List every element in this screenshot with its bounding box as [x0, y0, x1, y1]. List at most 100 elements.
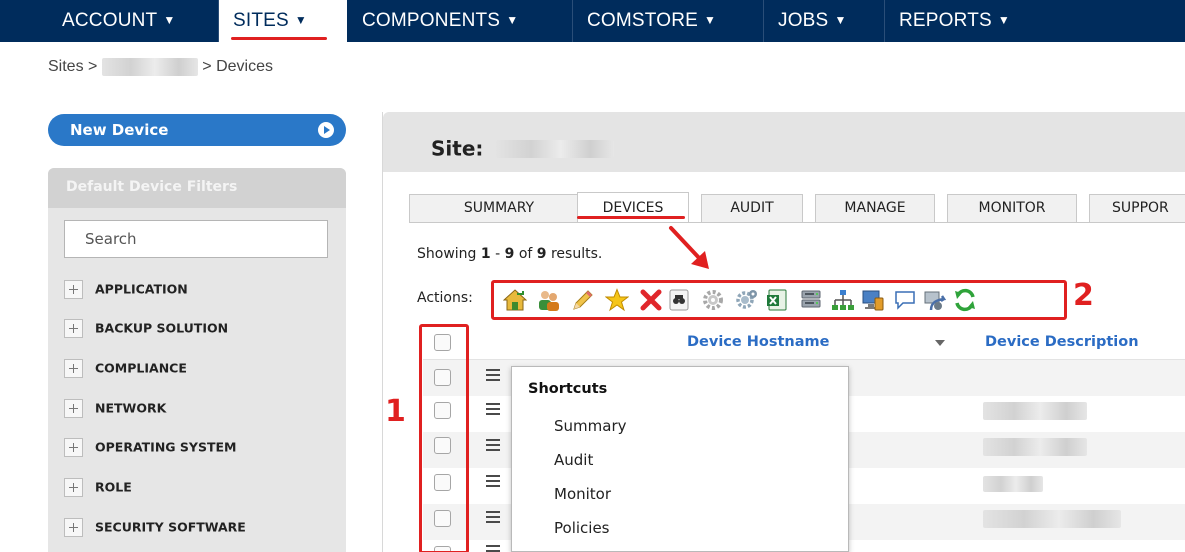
annotation-number-1: 1 — [385, 394, 406, 429]
device-description-redacted — [983, 476, 1043, 492]
actions-label: Actions: — [417, 290, 473, 306]
row-menu-icon[interactable] — [486, 368, 500, 382]
breadcrumb-separator: > — [88, 58, 98, 75]
site-name-redacted — [496, 139, 615, 158]
new-device-button[interactable]: New Device — [48, 114, 346, 146]
sort-down-icon[interactable] — [935, 340, 945, 346]
settings-gears-icon[interactable] — [735, 288, 759, 312]
shortcut-audit[interactable]: Audit — [554, 451, 593, 469]
column-device-description[interactable]: Device Description — [985, 334, 1139, 350]
edit-icon[interactable] — [571, 288, 595, 312]
breadcrumb-current: Devices — [216, 58, 273, 75]
filter-item-application[interactable]: APPLICATION — [64, 278, 188, 300]
delete-icon[interactable] — [639, 288, 663, 312]
monitor-device-icon[interactable] — [861, 288, 885, 312]
row-menu-icon[interactable] — [486, 474, 500, 488]
chevron-down-icon: ▼ — [163, 13, 176, 27]
nav-account-menu[interactable]: ACCOUNT ▼ — [48, 0, 218, 42]
results-suffix: results. — [550, 246, 603, 262]
checkbox-column-highlight-box — [419, 324, 469, 552]
row-menu-icon[interactable] — [486, 544, 500, 552]
tab-label: DEVICES — [602, 200, 664, 216]
tab-label: AUDIT — [730, 200, 774, 216]
server-icon[interactable] — [799, 288, 823, 312]
annotation-number-2: 2 — [1073, 278, 1094, 313]
favorite-star-icon[interactable] — [605, 288, 629, 312]
filter-search-input[interactable]: Search — [64, 220, 328, 258]
expand-plus-icon[interactable] — [64, 319, 83, 338]
tab-manage[interactable]: MANAGE — [815, 194, 935, 222]
top-navigation: ACCOUNT ▼ SITES ▼ COMPONENTS ▼ COMSTORE ▼ JO… — [0, 0, 1185, 42]
nav-components-menu[interactable]: COMPONENTS ▼ — [348, 0, 572, 42]
device-description-redacted — [983, 438, 1087, 456]
shortcut-policies[interactable]: Policies — [554, 519, 609, 537]
expand-plus-icon[interactable] — [64, 478, 83, 497]
nav-reports-menu[interactable]: REPORTS ▼ — [885, 0, 1035, 42]
remote-takeover-icon[interactable] — [923, 288, 947, 312]
tab-label: MANAGE — [844, 200, 906, 216]
chevron-down-icon: ▼ — [704, 13, 717, 27]
new-device-label: New Device — [70, 121, 169, 139]
column-device-hostname[interactable]: Device Hostname — [687, 334, 829, 350]
message-bubble-icon[interactable] — [893, 288, 917, 312]
breadcrumb: Sites > > Devices — [48, 58, 273, 76]
row-menu-icon[interactable] — [486, 510, 500, 524]
shortcuts-title: Shortcuts — [528, 381, 608, 397]
expand-plus-icon[interactable] — [64, 359, 83, 378]
filter-item-compliance[interactable]: COMPLIANCE — [64, 357, 187, 379]
shortcut-summary[interactable]: Summary — [554, 417, 627, 435]
chevron-down-icon: ▼ — [506, 13, 519, 27]
expand-plus-icon[interactable] — [64, 399, 83, 418]
nav-sites-menu[interactable]: SITES ▼ — [219, 0, 347, 42]
filter-item-operating-system[interactable]: OPERATING SYSTEM — [64, 436, 236, 458]
expand-plus-icon[interactable] — [64, 280, 83, 299]
audit-binoculars-icon[interactable] — [667, 288, 691, 312]
actions-toolbar — [495, 285, 1065, 315]
tab-support[interactable]: SUPPOR — [1089, 194, 1185, 222]
refresh-icon[interactable] — [953, 288, 977, 312]
nav-account-label: ACCOUNT — [62, 10, 158, 31]
chevron-down-icon: ▼ — [294, 13, 307, 27]
nav-jobs-menu[interactable]: JOBS ▼ — [764, 0, 884, 42]
nav-reports-label: REPORTS — [899, 10, 992, 31]
chevron-down-icon: ▼ — [997, 13, 1010, 27]
device-filters-panel: Default Device Filters Search APPLICATIO… — [48, 168, 346, 552]
filter-item-network[interactable]: NETWORK — [64, 397, 166, 419]
move-to-site-icon[interactable] — [503, 288, 527, 312]
assign-users-icon[interactable] — [537, 288, 561, 312]
tab-audit[interactable]: AUDIT — [701, 194, 803, 222]
sites-highlight-underline — [231, 37, 327, 40]
shortcut-monitor[interactable]: Monitor — [554, 485, 611, 503]
filter-item-backup-solution[interactable]: BACKUP SOLUTION — [64, 317, 228, 339]
tab-summary[interactable]: SUMMARY — [409, 194, 589, 222]
row-menu-icon[interactable] — [486, 438, 500, 452]
chevron-down-icon: ▼ — [834, 13, 847, 27]
nav-components-label: COMPONENTS — [362, 10, 501, 31]
row-menu-icon[interactable] — [486, 402, 500, 416]
devices-table-header: Device Hostname Device Description — [423, 326, 1185, 360]
filter-item-security-software[interactable]: SECURITY SOFTWARE — [64, 516, 246, 538]
expand-plus-icon[interactable] — [64, 438, 83, 457]
nav-sites-label: SITES — [233, 10, 289, 31]
tab-monitor[interactable]: MONITOR — [947, 194, 1077, 222]
expand-plus-icon[interactable] — [64, 518, 83, 537]
filter-item-label: ROLE — [95, 479, 132, 495]
nav-comstore-menu[interactable]: COMSTORE ▼ — [573, 0, 763, 42]
filter-item-label: BACKUP SOLUTION — [95, 320, 229, 336]
results-start: 1 — [480, 246, 491, 262]
results-end: 9 — [504, 246, 515, 262]
export-excel-icon[interactable] — [765, 288, 789, 312]
site-title: Site: — [431, 135, 615, 161]
filter-item-role[interactable]: ROLE — [64, 476, 132, 498]
filter-item-label: SECURITY SOFTWARE — [95, 519, 246, 535]
device-description-redacted — [983, 402, 1087, 420]
nav-comstore-label: COMSTORE — [587, 10, 699, 31]
settings-gear-icon[interactable] — [701, 288, 725, 312]
tab-label: MONITOR — [978, 200, 1046, 216]
breadcrumb-separator: > — [202, 58, 212, 75]
breadcrumb-sites-link[interactable]: Sites — [48, 58, 84, 75]
breadcrumb-site-name-redacted[interactable] — [101, 58, 198, 76]
results-dash: - — [495, 246, 501, 262]
tab-label: SUMMARY — [463, 200, 535, 216]
network-topology-icon[interactable] — [831, 288, 855, 312]
